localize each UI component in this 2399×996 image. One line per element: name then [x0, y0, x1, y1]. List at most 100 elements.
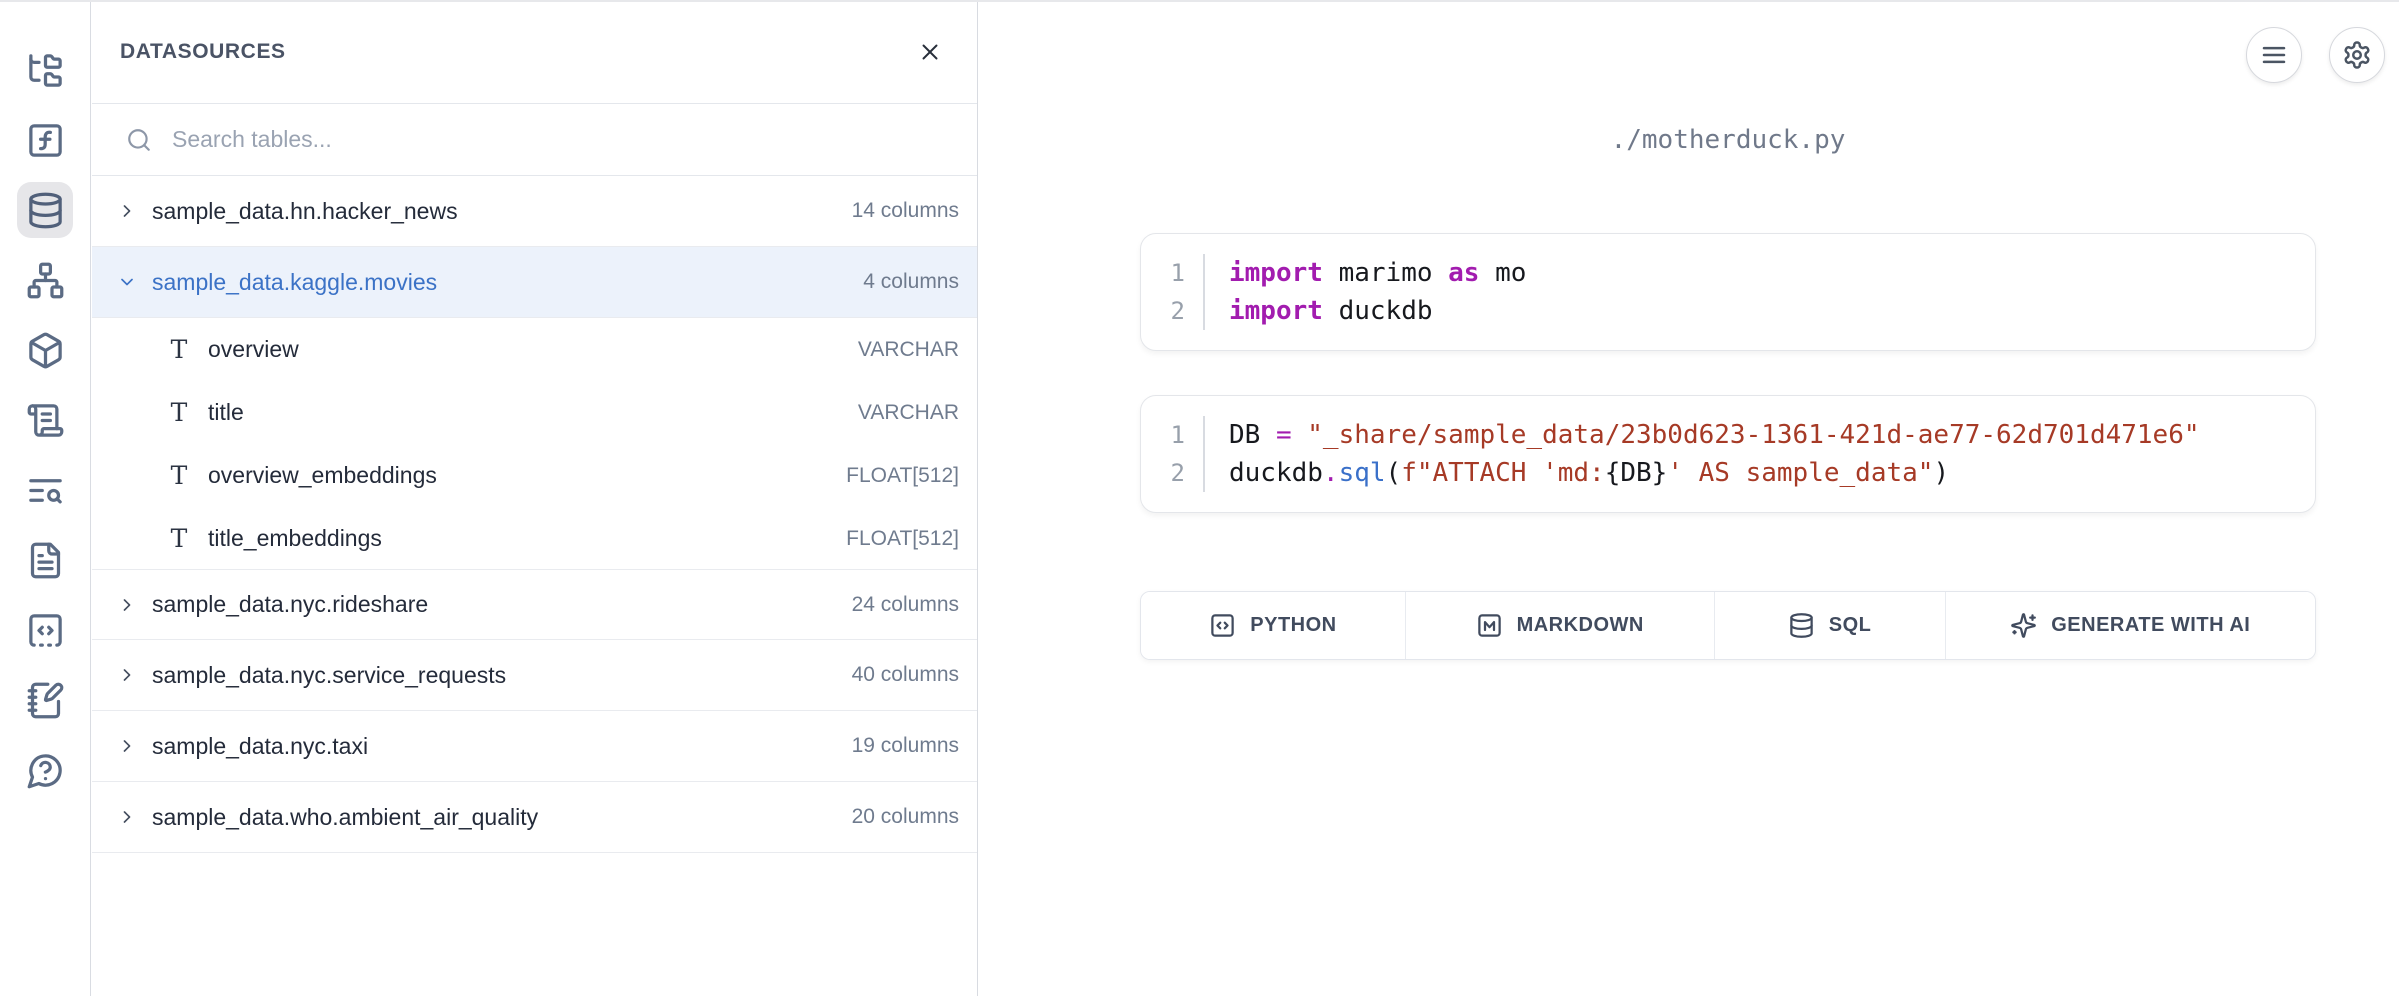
code-line: 2 import duckdb — [1141, 292, 2315, 330]
scroll-text-icon — [26, 401, 65, 440]
column-name: overview — [208, 336, 858, 363]
column-count: 14 columns — [852, 199, 959, 223]
column-name: title — [208, 399, 858, 426]
rail-item-packages[interactable] — [17, 322, 73, 378]
datasources-panel: DATASOURCES sample_data.hn.hacker_news 1… — [92, 0, 978, 996]
column-row[interactable]: T overview VARCHAR — [92, 318, 977, 381]
column-count: 19 columns — [852, 734, 959, 758]
sidebar-rail — [0, 0, 91, 996]
chevron-right-icon — [117, 665, 137, 685]
chevron-right-icon — [117, 736, 137, 756]
add-cell-python-button[interactable]: PYTHON — [1141, 592, 1406, 659]
code-cell[interactable]: 1 DB = "_share/sample_data/23b0d623-1361… — [1140, 395, 2316, 513]
menu-button[interactable] — [2246, 27, 2302, 83]
code-cell[interactable]: 1 import marimo as mo 2 import duckdb — [1140, 233, 2316, 351]
notebook-content: ./motherduck.py 1 import marimo as mo 2 … — [1140, 0, 2316, 660]
column-count: 20 columns — [852, 805, 959, 829]
column-type: VARCHAR — [858, 401, 959, 425]
rail-item-logs[interactable] — [17, 392, 73, 448]
line-number: 2 — [1141, 454, 1205, 492]
box-icon — [26, 331, 65, 370]
table-row[interactable]: sample_data.nyc.rideshare 24 columns — [92, 569, 977, 640]
column-count: 24 columns — [852, 593, 959, 617]
table-name: sample_data.nyc.service_requests — [152, 662, 837, 689]
text-type-icon: T — [166, 461, 192, 490]
rail-item-tracebacks[interactable] — [17, 462, 73, 518]
chevron-right-icon — [117, 595, 137, 615]
rail-item-file-explorer[interactable] — [17, 42, 73, 98]
rail-item-scratchpad[interactable] — [17, 672, 73, 728]
chevron-down-icon — [117, 272, 137, 292]
column-name: overview_embeddings — [208, 462, 846, 489]
table-row[interactable]: sample_data.nyc.service_requests 40 colu… — [92, 640, 977, 711]
code-line: 1 DB = "_share/sample_data/23b0d623-1361… — [1141, 416, 2315, 454]
notebook-pen-icon — [26, 681, 65, 720]
chevron-right-icon — [117, 201, 137, 221]
rail-item-snippets[interactable] — [17, 602, 73, 658]
rail-item-documentation[interactable] — [17, 532, 73, 588]
column-row[interactable]: T overview_embeddings FLOAT[512] — [92, 444, 977, 507]
network-icon — [26, 261, 65, 300]
chevron-right-icon — [117, 595, 137, 615]
rail-item-dependency-graph[interactable] — [17, 252, 73, 308]
code-line: 2 duckdb.sql(f"ATTACH 'md:{DB}' AS sampl… — [1141, 454, 2315, 492]
code-square-icon — [1209, 612, 1236, 639]
table-row[interactable]: sample_data.kaggle.movies 4 columns — [92, 247, 977, 318]
rail-item-help[interactable] — [17, 742, 73, 798]
settings-button[interactable] — [2329, 27, 2385, 83]
panel-header: DATASOURCES — [92, 0, 977, 104]
rail-item-datasources[interactable] — [17, 182, 73, 238]
line-number: 1 — [1141, 416, 1205, 454]
column-name: title_embeddings — [208, 525, 846, 552]
add-cell-generate-with-ai-button[interactable]: GENERATE WITH AI — [1946, 592, 2315, 659]
tables-list: sample_data.hn.hacker_news 14 columns sa… — [92, 176, 977, 853]
message-question-icon — [26, 751, 65, 790]
table-name: sample_data.who.ambient_air_quality — [152, 804, 837, 831]
text-type-icon: T — [166, 524, 192, 553]
column-type: VARCHAR — [858, 338, 959, 362]
line-number: 1 — [1141, 254, 1205, 292]
table-name: sample_data.nyc.taxi — [152, 733, 837, 760]
line-number: 2 — [1141, 292, 1205, 330]
table-name: sample_data.nyc.rideshare — [152, 591, 837, 618]
chevron-right-icon — [117, 807, 137, 827]
table-name: sample_data.kaggle.movies — [152, 269, 848, 296]
table-row[interactable]: sample_data.who.ambient_air_quality 20 c… — [92, 782, 977, 853]
search-bar — [92, 104, 977, 176]
file-text-icon — [26, 541, 65, 580]
chevron-right-icon — [117, 665, 137, 685]
panel-title: DATASOURCES — [120, 40, 913, 64]
notebook-filename[interactable]: ./motherduck.py — [1140, 124, 2316, 156]
search-icon — [126, 127, 152, 153]
x-icon — [917, 39, 943, 65]
rail-item-variables[interactable] — [17, 112, 73, 168]
markdown-square-icon — [1476, 612, 1503, 639]
table-name: sample_data.hn.hacker_news — [152, 198, 837, 225]
menu-icon — [2259, 40, 2289, 70]
table-row[interactable]: sample_data.hn.hacker_news 14 columns — [92, 176, 977, 247]
cells-container: 1 import marimo as mo 2 import duckdb 1 … — [1140, 233, 2316, 513]
table-row[interactable]: sample_data.nyc.taxi 19 columns — [92, 711, 977, 782]
search-input[interactable] — [172, 126, 957, 153]
column-row[interactable]: T title VARCHAR — [92, 381, 977, 444]
function-square-icon — [26, 121, 65, 160]
code-line: 1 import marimo as mo — [1141, 254, 2315, 292]
column-row[interactable]: T title_embeddings FLOAT[512] — [92, 507, 977, 570]
search-icon — [126, 127, 152, 153]
gear-icon — [2342, 40, 2372, 70]
add-cell-sql-button[interactable]: SQL — [1715, 592, 1946, 659]
sparkles-icon — [2010, 612, 2037, 639]
database-icon — [1788, 612, 1815, 639]
close-panel-button[interactable] — [913, 35, 947, 69]
chevron-right-icon — [117, 807, 137, 827]
chevron-right-icon — [117, 201, 137, 221]
chevron-right-icon — [117, 736, 137, 756]
topbar-actions — [2246, 27, 2385, 83]
add-cell-markdown-button[interactable]: MARKDOWN — [1406, 592, 1715, 659]
chevron-down-icon — [117, 272, 137, 292]
notebook-area: ./motherduck.py 1 import marimo as mo 2 … — [979, 0, 2399, 996]
text-search-icon — [26, 471, 65, 510]
column-count: 4 columns — [863, 270, 959, 294]
column-type: FLOAT[512] — [846, 527, 959, 551]
text-type-icon: T — [166, 335, 192, 364]
